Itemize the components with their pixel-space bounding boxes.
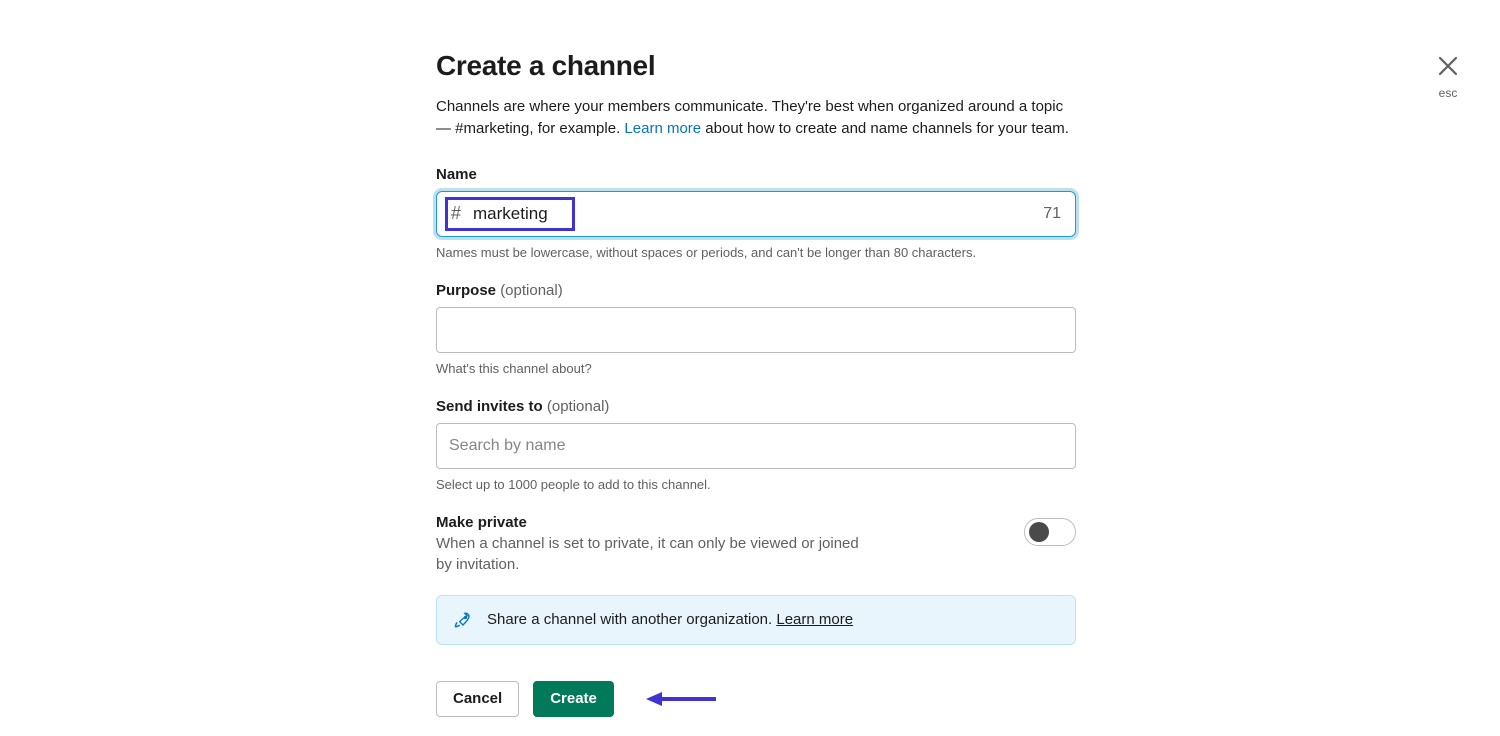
name-input-container[interactable]: # 71 (436, 191, 1076, 237)
purpose-hint: What's this channel about? (436, 361, 1076, 376)
name-label: Name (436, 166, 1076, 183)
private-title: Make private (436, 514, 866, 531)
arrow-annotation-icon (646, 689, 718, 709)
share-learn-more-link[interactable]: Learn more (776, 611, 853, 628)
invites-label: Send invites to (optional) (436, 398, 1076, 415)
close-icon (1436, 54, 1460, 84)
invites-hint: Select up to 1000 people to add to this … (436, 477, 1076, 492)
footer-buttons: Cancel Create (436, 681, 1076, 717)
toggle-knob (1029, 522, 1049, 542)
purpose-label: Purpose (optional) (436, 282, 1076, 299)
private-description: When a channel is set to private, it can… (436, 533, 866, 575)
cancel-button[interactable]: Cancel (436, 681, 519, 717)
name-hint: Names must be lowercase, without spaces … (436, 245, 1076, 260)
close-label: esc (1436, 86, 1460, 100)
modal-title: Create a channel (436, 50, 1076, 82)
close-button[interactable]: esc (1436, 54, 1460, 100)
char-count: 71 (1043, 205, 1061, 223)
make-private-row: Make private When a channel is set to pr… (436, 514, 1076, 575)
learn-more-link[interactable]: Learn more (624, 120, 701, 137)
purpose-input[interactable] (436, 307, 1076, 353)
modal-description: Channels are where your members communic… (436, 96, 1076, 140)
create-button[interactable]: Create (533, 681, 614, 717)
share-info-box: Share a channel with another organizatio… (436, 595, 1076, 645)
invites-input[interactable] (436, 423, 1076, 469)
description-text-2: about how to create and name channels fo… (701, 120, 1069, 137)
channel-name-input[interactable] (473, 204, 1043, 224)
private-toggle[interactable] (1024, 518, 1076, 546)
rocket-icon (453, 610, 473, 630)
create-channel-modal: Create a channel Channels are where your… (436, 50, 1076, 717)
share-info-text: Share a channel with another organizatio… (487, 611, 853, 628)
hash-icon: # (451, 203, 461, 224)
